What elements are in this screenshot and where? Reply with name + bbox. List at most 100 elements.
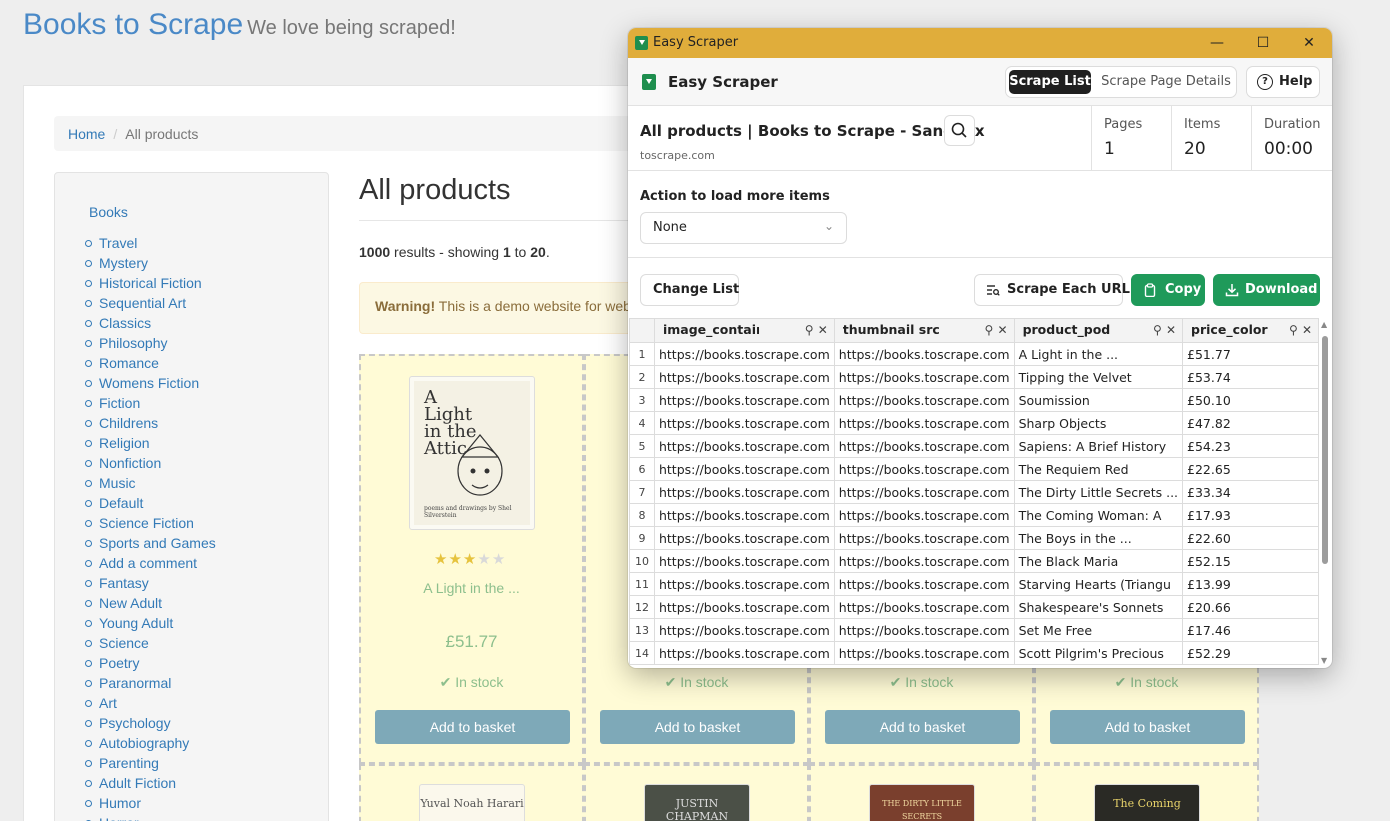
- category-link[interactable]: New Adult: [85, 593, 216, 613]
- table-row[interactable]: 14 https://books.toscrape.com https://book…: [629, 641, 1319, 665]
- category-link[interactable]: Womens Fiction: [85, 373, 216, 393]
- sidebar-heading-books[interactable]: Books: [89, 204, 128, 220]
- table-scrollbar[interactable]: ▲ ▼: [1318, 320, 1332, 668]
- table-cell[interactable]: £52.15: [1182, 549, 1319, 573]
- table-cell[interactable]: The Coming Woman: A: [1013, 503, 1184, 527]
- table-cell[interactable]: https://books.toscrape.com: [653, 457, 835, 481]
- table-cell[interactable]: £51.77: [1182, 342, 1319, 366]
- table-cell[interactable]: Shakespeare's Sonnets: [1013, 595, 1184, 619]
- table-cell[interactable]: The Black Maria: [1013, 549, 1184, 573]
- scrollbar-thumb[interactable]: [1322, 336, 1328, 564]
- table-cell[interactable]: Scott Pilgrim's Precious: [1013, 641, 1184, 665]
- column-header[interactable]: price_color ⚲ ✕: [1182, 318, 1319, 343]
- table-cell[interactable]: The Boys in the ...: [1013, 526, 1184, 550]
- table-cell[interactable]: £13.99: [1182, 572, 1319, 596]
- table-cell[interactable]: https://books.toscrape.com: [833, 411, 1015, 435]
- category-link[interactable]: Adult Fiction: [85, 773, 216, 793]
- book-cover-image[interactable]: The Coming: [1094, 784, 1200, 821]
- table-cell[interactable]: £17.46: [1182, 618, 1319, 642]
- category-link[interactable]: Sports and Games: [85, 533, 216, 553]
- close-icon[interactable]: ✕: [998, 323, 1008, 337]
- table-cell[interactable]: £17.93: [1182, 503, 1319, 527]
- add-to-basket-button[interactable]: Add to basket: [600, 710, 795, 744]
- category-link[interactable]: Autobiography: [85, 733, 216, 753]
- table-cell[interactable]: Set Me Free: [1013, 618, 1184, 642]
- table-cell[interactable]: The Requiem Red: [1013, 457, 1184, 481]
- table-cell[interactable]: https://books.toscrape.com: [653, 618, 835, 642]
- table-cell[interactable]: https://books.toscrape.com: [653, 434, 835, 458]
- category-link[interactable]: Romance: [85, 353, 216, 373]
- site-brand[interactable]: Books to Scrape: [23, 8, 243, 41]
- table-row[interactable]: 7 https://books.toscrape.com https://books…: [629, 480, 1319, 504]
- table-row[interactable]: 4 https://books.toscrape.com https://books…: [629, 411, 1319, 435]
- table-cell[interactable]: https://books.toscrape.com: [653, 572, 835, 596]
- category-link[interactable]: Childrens: [85, 413, 216, 433]
- window-titlebar[interactable]: Easy Scraper — ☐ ✕: [628, 28, 1332, 58]
- category-link[interactable]: Religion: [85, 433, 216, 453]
- book-cover-image[interactable]: A Light in the Attic poems and drawings …: [409, 376, 535, 530]
- table-cell[interactable]: https://books.toscrape.com: [833, 572, 1015, 596]
- table-row[interactable]: 11 https://books.toscrape.com https://book…: [629, 572, 1319, 596]
- category-link[interactable]: Add a comment: [85, 553, 216, 573]
- table-row[interactable]: 12 https://books.toscrape.com https://book…: [629, 595, 1319, 619]
- download-button[interactable]: Download: [1213, 274, 1320, 306]
- category-link[interactable]: Fiction: [85, 393, 216, 413]
- category-link[interactable]: Fantasy: [85, 573, 216, 593]
- table-cell[interactable]: https://books.toscrape.com: [653, 365, 835, 389]
- category-link[interactable]: Science Fiction: [85, 513, 216, 533]
- table-cell[interactable]: Tipping the Velvet: [1013, 365, 1184, 389]
- category-link[interactable]: Science: [85, 633, 216, 653]
- column-header[interactable]: thumbnail src ⚲ ✕: [833, 318, 1015, 343]
- table-row[interactable]: 8 https://books.toscrape.com https://books…: [629, 503, 1319, 527]
- column-header[interactable]: product_pod ⚲ ✕: [1013, 318, 1184, 343]
- table-row[interactable]: 5 https://books.toscrape.com https://books…: [629, 434, 1319, 458]
- category-link[interactable]: Music: [85, 473, 216, 493]
- scrape-each-url-button[interactable]: Scrape Each URL: [974, 274, 1130, 306]
- table-row[interactable]: 13 https://books.toscrape.com https://book…: [629, 618, 1319, 642]
- category-link[interactable]: Classics: [85, 313, 216, 333]
- table-cell[interactable]: £22.60: [1182, 526, 1319, 550]
- table-cell[interactable]: https://books.toscrape.com: [833, 434, 1015, 458]
- category-link[interactable]: Humor: [85, 793, 216, 813]
- table-row[interactable]: 3 https://books.toscrape.com https://books…: [629, 388, 1319, 412]
- category-link[interactable]: Horror: [85, 813, 216, 821]
- category-link[interactable]: Travel: [85, 233, 216, 253]
- change-list-button[interactable]: Change List: [640, 274, 739, 306]
- category-link[interactable]: Young Adult: [85, 613, 216, 633]
- table-cell[interactable]: https://books.toscrape.com: [833, 457, 1015, 481]
- close-icon[interactable]: ✕: [818, 323, 828, 337]
- table-row[interactable]: 9 https://books.toscrape.com https://books…: [629, 526, 1319, 550]
- close-icon[interactable]: ✕: [1302, 323, 1312, 337]
- category-link[interactable]: Art: [85, 693, 216, 713]
- table-cell[interactable]: https://books.toscrape.com: [833, 480, 1015, 504]
- copy-button[interactable]: Copy: [1131, 274, 1205, 306]
- category-link[interactable]: Default: [85, 493, 216, 513]
- category-link[interactable]: Sequential Art: [85, 293, 216, 313]
- scroll-down-arrow-icon[interactable]: ▼: [1321, 656, 1327, 665]
- table-cell[interactable]: The Dirty Little Secrets ...: [1013, 480, 1184, 504]
- add-to-basket-button[interactable]: Add to basket: [375, 710, 570, 744]
- table-cell[interactable]: £20.66: [1182, 595, 1319, 619]
- table-cell[interactable]: https://books.toscrape.com: [653, 411, 835, 435]
- table-cell[interactable]: https://books.toscrape.com: [833, 549, 1015, 573]
- table-cell[interactable]: https://books.toscrape.com: [833, 503, 1015, 527]
- table-cell[interactable]: https://books.toscrape.com: [653, 342, 835, 366]
- tab-scrape-page-details[interactable]: Scrape Page Details: [1098, 70, 1234, 94]
- category-link[interactable]: Poetry: [85, 653, 216, 673]
- product-title-link[interactable]: A Light in the ...: [361, 580, 582, 596]
- table-cell[interactable]: Soumission: [1013, 388, 1184, 412]
- table-cell[interactable]: £52.29: [1182, 641, 1319, 665]
- breadcrumb-home-link[interactable]: Home: [68, 126, 105, 142]
- search-icon[interactable]: ⚲: [1153, 323, 1162, 337]
- scroll-up-arrow-icon[interactable]: ▲: [1321, 320, 1327, 329]
- table-cell[interactable]: https://books.toscrape.com: [833, 526, 1015, 550]
- table-cell[interactable]: https://books.toscrape.com: [653, 480, 835, 504]
- table-cell[interactable]: £54.23: [1182, 434, 1319, 458]
- table-cell[interactable]: https://books.toscrape.com: [653, 388, 835, 412]
- table-cell[interactable]: https://books.toscrape.com: [653, 503, 835, 527]
- add-to-basket-button[interactable]: Add to basket: [1050, 710, 1245, 744]
- table-cell[interactable]: https://books.toscrape.com: [833, 641, 1015, 665]
- table-cell[interactable]: £47.82: [1182, 411, 1319, 435]
- search-icon[interactable]: ⚲: [985, 323, 994, 337]
- table-cell[interactable]: https://books.toscrape.com: [653, 595, 835, 619]
